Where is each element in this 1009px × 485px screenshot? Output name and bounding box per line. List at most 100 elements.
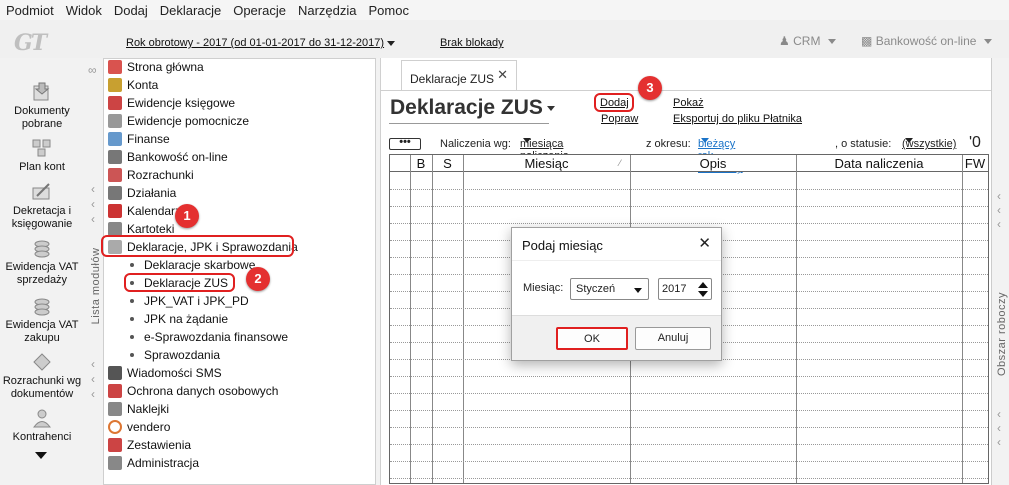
shield-icon <box>108 384 122 398</box>
tab-divider <box>381 90 992 91</box>
menu-pomoc[interactable]: Pomoc <box>363 3 415 18</box>
column-header-b[interactable]: B <box>410 155 432 172</box>
tree-item-label: Konta <box>127 78 159 92</box>
menu-operacje[interactable]: Operacje <box>227 3 292 18</box>
quick-chart-of-accounts-label: Plan kont <box>19 161 65 173</box>
bank-icon: ▩ <box>861 34 873 48</box>
tree-item-data-protection[interactable]: Ochrona danych osobowych <box>108 382 278 400</box>
chevron-down-icon <box>546 105 555 111</box>
quick-contractors-label: Kontrahenci <box>12 431 72 443</box>
tree-item-actions[interactable]: Działania <box>108 184 176 202</box>
tree-subitem-jpk-on-demand[interactable]: JPK na żądanie <box>130 310 228 328</box>
module-tree: Strona główna Konta Ewidencje księgowe E… <box>101 58 376 485</box>
quick-documents-label: Dokumenty pobrane <box>14 105 70 130</box>
dialog-title: Podaj miesiąc <box>522 238 603 253</box>
tree-item-calendar[interactable]: Kalendarz <box>108 202 181 220</box>
tree-item-summaries[interactable]: Zestawienia <box>108 436 191 454</box>
quick-vat-sales[interactable]: Ewidencja VAT sprzedaży <box>0 238 84 287</box>
chevron-left-icon: ‹ <box>91 357 95 371</box>
tree-item-online-banking[interactable]: Bankowość on-line <box>108 148 228 166</box>
tab-zus-declarations[interactable]: Deklaracje ZUS ✕ <box>401 60 517 90</box>
cancel-button[interactable]: Anuluj <box>635 327 711 350</box>
more-options-button[interactable]: ••• <box>389 137 421 150</box>
tree-subitem-reports[interactable]: Sprawozdania <box>130 346 220 364</box>
quick-vat-purchase-label: Ewidencja VAT zakupu <box>5 319 79 344</box>
crm-button[interactable]: ♟ CRM <box>779 34 837 48</box>
quick-contractors[interactable]: Kontrahenci <box>0 408 84 444</box>
tree-item-sms[interactable]: Wiadomości SMS <box>108 364 222 382</box>
dialog-body: Miesiąc: Styczeń 2017 <box>512 260 721 314</box>
show-link[interactable]: Pokaż <box>673 97 704 109</box>
close-icon[interactable]: ✕ <box>497 67 508 83</box>
menu-podmiot[interactable]: Podmiot <box>0 3 60 18</box>
table-row <box>390 376 988 377</box>
tree-item-labels[interactable]: Naklejki <box>108 400 169 418</box>
tree-item-auxiliary-records[interactable]: Ewidencje pomocnicze <box>108 112 249 130</box>
finance-icon <box>108 132 122 146</box>
workspace-panel-tab[interactable]: Obszar roboczy ‹ ‹ ‹ ‹ ‹ ‹ <box>991 58 1009 485</box>
table-row <box>390 478 988 479</box>
ok-button[interactable]: OK <box>556 327 628 350</box>
tree-item-label: Ewidencje pomocnicze <box>127 114 250 128</box>
lock-status-link[interactable]: Brak blokady <box>440 37 504 49</box>
bank-icon <box>108 150 122 164</box>
vat-purchase-icon <box>34 298 50 316</box>
scroll-down-icon[interactable] <box>35 452 47 459</box>
tree-item-finance[interactable]: Finanse <box>108 130 170 148</box>
home-icon <box>108 60 122 74</box>
fiscal-year-selector[interactable]: Rok obrotowy - 2017 (od 01-01-2017 do 31… <box>126 37 396 49</box>
close-icon[interactable]: ✕ <box>698 234 711 252</box>
bank-online-button[interactable]: ▩ Bankowość on-line <box>861 34 993 48</box>
export-platnik-link[interactable]: Eksportuj do pliku Płatnika <box>673 113 802 125</box>
table-row <box>390 189 988 190</box>
quick-booking-label: Dekretacja i księgowanie <box>11 205 73 230</box>
column-header-description[interactable]: Opis <box>630 155 796 172</box>
menu-widok[interactable]: Widok <box>60 3 108 18</box>
column-header-fw[interactable]: FW <box>962 155 988 172</box>
modules-panel-label: Lista modułów <box>90 247 102 325</box>
modules-panel-tab[interactable]: Lista modułów ∞ ‹ ‹ ‹ ‹ ‹ ‹ <box>86 58 102 485</box>
quick-chart-of-accounts[interactable]: Plan kont <box>0 138 84 174</box>
chevron-left-icon: ‹ <box>91 387 95 401</box>
sms-icon <box>108 366 122 380</box>
quick-settlements[interactable]: Rozrachunki wg dokumentów <box>0 352 84 401</box>
month-label: Miesiąc: <box>523 282 564 294</box>
month-select[interactable]: Styczeń <box>570 278 649 300</box>
column-divider <box>432 155 433 483</box>
page-title[interactable]: Deklaracje ZUS <box>390 96 555 120</box>
status-label: , o statusie: <box>835 138 892 150</box>
tree-item-vendero[interactable]: vendero <box>108 418 170 436</box>
tree-subitem-e-financial-statements[interactable]: e-Sprawozdania finansowe <box>130 328 288 346</box>
menu-narzedzia[interactable]: Narzędzia <box>292 3 363 18</box>
spin-down-icon[interactable] <box>698 291 708 297</box>
quick-documents[interactable]: Dokumenty pobrane <box>0 82 84 131</box>
quick-booking[interactable]: Dekretacja i księgowanie <box>0 182 84 231</box>
column-header-s[interactable]: S <box>432 155 463 172</box>
column-header-month[interactable]: Miesiąc <box>463 155 630 172</box>
year-stepper[interactable]: 2017 <box>658 278 712 300</box>
tree-item-home[interactable]: Strona główna <box>108 58 204 76</box>
ledger-icon <box>108 96 122 110</box>
chevron-left-icon: ‹ <box>91 372 95 386</box>
tree-item-label: Bankowość on-line <box>127 150 228 164</box>
tree-item-accounting-records[interactable]: Ewidencje księgowe <box>108 94 235 112</box>
chevron-left-icon: ‹ <box>997 421 1001 435</box>
menu-dodaj[interactable]: Dodaj <box>108 3 154 18</box>
ledger-icon <box>108 114 122 128</box>
tree-item-settlements[interactable]: Rozrachunki <box>108 166 194 184</box>
quick-vat-purchase[interactable]: Ewidencja VAT zakupu <box>0 296 84 345</box>
menu-deklaracje[interactable]: Deklaracje <box>154 3 227 18</box>
sort-icon[interactable]: ⁄ <box>615 155 625 172</box>
settlements-icon <box>108 168 122 182</box>
tree-subitem-tax-declarations[interactable]: Deklaracje skarbowe <box>130 256 255 274</box>
tree-item-accounts[interactable]: Konta <box>108 76 158 94</box>
pin-icon[interactable]: ∞ <box>88 64 97 76</box>
spin-up-icon[interactable] <box>698 282 708 288</box>
tree-item-administration[interactable]: Administracja <box>108 454 199 472</box>
settlements-icon <box>33 353 51 371</box>
tree-subitem-jpk-vat-pd[interactable]: JPK_VAT i JPK_PD <box>130 292 249 310</box>
column-header-calc-date[interactable]: Data naliczenia <box>796 155 962 172</box>
table-row <box>390 223 988 224</box>
correct-link[interactable]: Popraw <box>601 113 638 125</box>
tree-item-label: Naklejki <box>127 402 170 416</box>
